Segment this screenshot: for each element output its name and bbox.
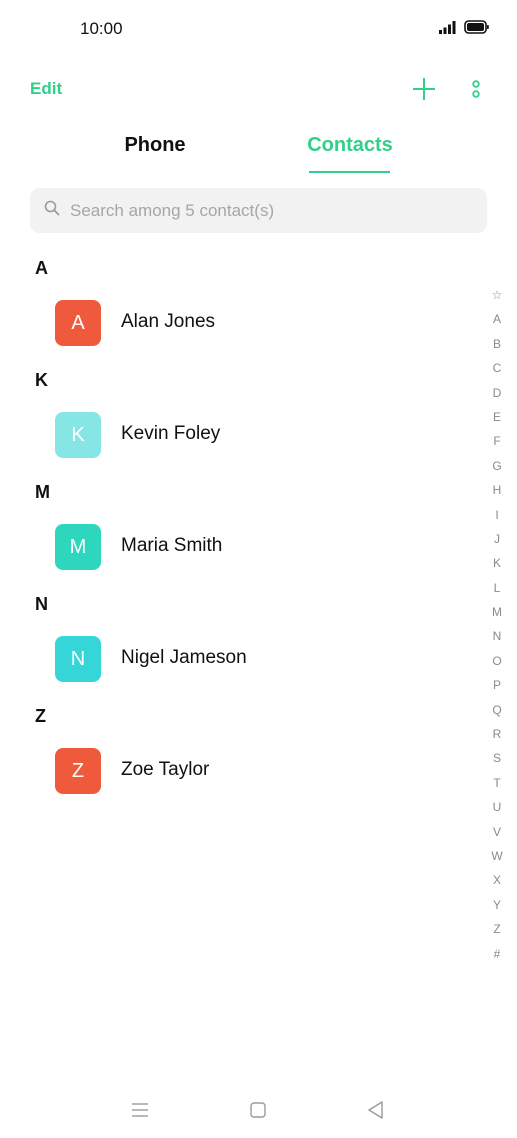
alpha-index-letter[interactable]: C <box>484 356 510 380</box>
alpha-index-letter[interactable]: U <box>484 795 510 819</box>
alpha-index-letter[interactable]: E <box>484 405 510 429</box>
tab-active-indicator <box>309 171 390 173</box>
alpha-index-letter[interactable]: W <box>484 844 510 868</box>
tab-phone[interactable]: Phone <box>100 134 210 157</box>
alpha-index-letter[interactable]: A <box>484 307 510 331</box>
battery-icon <box>464 20 489 39</box>
contacts-list: A A Alan Jones K K Kevin Foley M M Maria Smith N N… <box>0 250 480 810</box>
contact-row[interactable]: A Alan Jones <box>0 287 480 362</box>
contact-name: Maria Smith <box>121 535 223 556</box>
alpha-index-letter[interactable]: R <box>484 722 510 746</box>
contact-name: Kevin Foley <box>121 423 221 444</box>
alpha-index-letter[interactable]: Q <box>484 698 510 722</box>
alpha-index-letter[interactable]: B <box>484 332 510 356</box>
alpha-index-letter[interactable]: M <box>484 600 510 624</box>
alpha-index-letter[interactable]: H <box>484 478 510 502</box>
alpha-index-letter[interactable]: O <box>484 649 510 673</box>
search-box[interactable] <box>30 188 487 233</box>
back-button[interactable] <box>364 1098 388 1122</box>
contact-avatar: K <box>55 412 101 458</box>
section-header: K <box>35 370 48 390</box>
section-header: M <box>35 482 50 502</box>
contact-name: Nigel Jameson <box>121 647 247 668</box>
search-icon <box>44 200 60 221</box>
status-time: 10:00 <box>80 19 123 38</box>
back-icon <box>364 1101 388 1125</box>
status-bar: 10:00 <box>0 0 517 60</box>
alpha-index-letter[interactable]: V <box>484 820 510 844</box>
contact-name: Zoe Taylor <box>121 759 210 780</box>
alpha-index-letter[interactable]: G <box>484 454 510 478</box>
add-contact-button[interactable] <box>411 76 437 102</box>
menu-icon <box>128 1103 152 1125</box>
search-input[interactable] <box>70 200 450 221</box>
contact-row[interactable]: N Nigel Jameson <box>0 623 480 698</box>
contact-row[interactable]: K Kevin Foley <box>0 399 480 474</box>
alpha-index-letter[interactable]: X <box>484 868 510 892</box>
menu-button[interactable] <box>128 1098 152 1122</box>
alpha-index-letter[interactable]: Y <box>484 893 510 917</box>
alpha-index-favorites[interactable]: ☆ <box>484 283 510 307</box>
alpha-index-letter[interactable]: J <box>484 527 510 551</box>
edit-button[interactable]: Edit <box>30 79 62 99</box>
alpha-index-letter[interactable]: N <box>484 624 510 648</box>
home-button[interactable] <box>246 1098 270 1122</box>
alpha-index-letter[interactable]: D <box>484 381 510 405</box>
alpha-index-letter[interactable]: K <box>484 551 510 575</box>
alphabet-index: ☆ A B C D E F G H I J K L M N O P Q R S T U V W X Y Z # <box>484 283 510 966</box>
contact-avatar: M <box>55 524 101 570</box>
alpha-index-letter[interactable]: S <box>484 746 510 770</box>
tab-bar: Phone Contacts <box>0 124 517 174</box>
alpha-index-letter[interactable]: F <box>484 429 510 453</box>
alpha-index-letter[interactable]: I <box>484 503 510 527</box>
section-header: Z <box>35 706 46 726</box>
navigation-bar <box>0 1090 517 1130</box>
alpha-index-letter[interactable]: Z <box>484 917 510 941</box>
status-icons <box>439 20 489 39</box>
tab-contacts[interactable]: Contacts <box>300 134 400 157</box>
section-header: A <box>35 258 48 278</box>
home-icon <box>246 1102 270 1125</box>
section-header: N <box>35 594 48 614</box>
toolbar: Edit <box>0 70 517 110</box>
contact-row[interactable]: M Maria Smith <box>0 511 480 586</box>
contact-avatar: A <box>55 300 101 346</box>
plus-icon <box>411 78 437 105</box>
contact-avatar: N <box>55 636 101 682</box>
more-options-button[interactable] <box>466 76 486 102</box>
alpha-index-letter[interactable]: # <box>484 942 510 966</box>
alpha-index-letter[interactable]: T <box>484 771 510 795</box>
contact-avatar: Z <box>55 748 101 794</box>
contact-name: Alan Jones <box>121 311 216 332</box>
alpha-index-letter[interactable]: L <box>484 576 510 600</box>
contact-row[interactable]: Z Zoe Taylor <box>0 735 480 810</box>
signal-icon <box>439 20 456 39</box>
more-vertical-icon <box>466 80 486 105</box>
alpha-index-letter[interactable]: P <box>484 673 510 697</box>
